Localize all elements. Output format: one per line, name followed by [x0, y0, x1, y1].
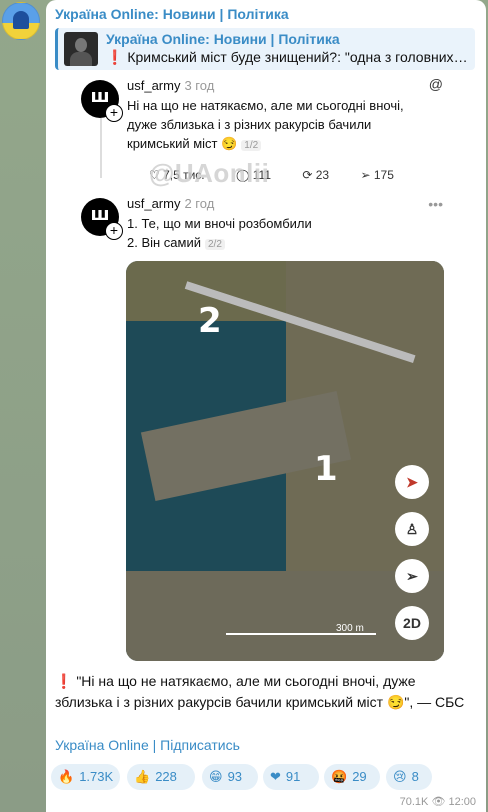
post1-time: 3 год — [184, 78, 215, 93]
compass-icon: ➤ — [395, 465, 429, 499]
reaction-sad[interactable]: 😢 8 — [386, 764, 432, 790]
map-scale-label: 300 m — [336, 623, 364, 634]
share-icon: ➢ 175 — [360, 168, 394, 182]
reaction-thumbs-up[interactable]: 👍 228 — [127, 764, 195, 790]
map-label-1: 1 — [314, 449, 338, 489]
exclamation-icon: ❗ — [55, 673, 73, 689]
message-time: 12:00 — [448, 796, 476, 808]
post1-text: Ні на що не натякаємо, але ми сьогодні в… — [127, 98, 404, 151]
subscribe-link[interactable]: Україна Online | Підписатись — [55, 737, 240, 753]
post-avatar: ш + — [81, 80, 123, 122]
location-icon: ➢ — [395, 559, 429, 593]
post2-avatar: ш + — [81, 198, 123, 240]
message-bubble: Україна Online: Новини | Політика Україн… — [46, 0, 486, 812]
post1-counter: 1/2 — [241, 140, 262, 151]
caption-text: "Ні на що не натякаємо, але ми сьогодні … — [55, 673, 465, 710]
embedded-screenshot[interactable]: ш + usf_army 3 год @ Ні на що не натякаємо… — [73, 72, 455, 662]
channel-avatar[interactable] — [2, 2, 40, 40]
message-caption: ❗ "Ні на що не натякаємо, але ми сьогодн… — [55, 671, 475, 713]
views-count: 70.1K — [399, 796, 429, 808]
threads-icon: @ — [428, 76, 443, 92]
post2-counter: 2/2 — [205, 239, 225, 250]
reply-title: Україна Online: Новини | Політика — [106, 31, 340, 47]
eye-icon: 👁 — [431, 796, 446, 808]
2d-button: 2D — [395, 606, 429, 640]
reply-thumbnail — [64, 32, 98, 66]
map-label-2: 2 — [198, 301, 222, 341]
channel-title[interactable]: Україна Online: Новини | Політика — [55, 6, 289, 22]
reaction-fire[interactable]: 🔥 1.73K — [51, 764, 120, 790]
reaction-heart[interactable]: ❤ 91 — [263, 764, 319, 790]
reaction-angry[interactable]: 🤬 29 — [324, 764, 380, 790]
watermark: @UAonlii — [149, 158, 270, 188]
reply-preview[interactable]: Україна Online: Новини | Політика ❗ Крим… — [55, 28, 475, 70]
reaction-grin[interactable]: 😁 93 — [202, 764, 258, 790]
repost-icon: ⟳ 23 — [302, 168, 330, 182]
satellite-map: 2 1 ➤ ♙ ➢ 2D 300 m — [126, 261, 444, 661]
post2-time: 2 год — [184, 196, 215, 211]
exclamation-icon: ❗ — [106, 49, 124, 65]
thread-line — [100, 118, 102, 178]
post2-text: 1. Те, що ми вночі розбомбили 2. Він сам… — [127, 216, 312, 250]
post1-username: usf_army 3 год — [127, 78, 215, 93]
post2-username: usf_army 2 год — [127, 196, 215, 211]
person-icon: ♙ — [395, 512, 429, 546]
reply-text-body: Кримський міст буде знищений?: "одна з г… — [127, 49, 468, 65]
reply-text: ❗ Кримський міст буде знищений?: "одна з… — [106, 49, 468, 66]
message-meta: 70.1K 👁 12:00 — [400, 795, 476, 808]
more-icon: ••• — [428, 196, 443, 212]
